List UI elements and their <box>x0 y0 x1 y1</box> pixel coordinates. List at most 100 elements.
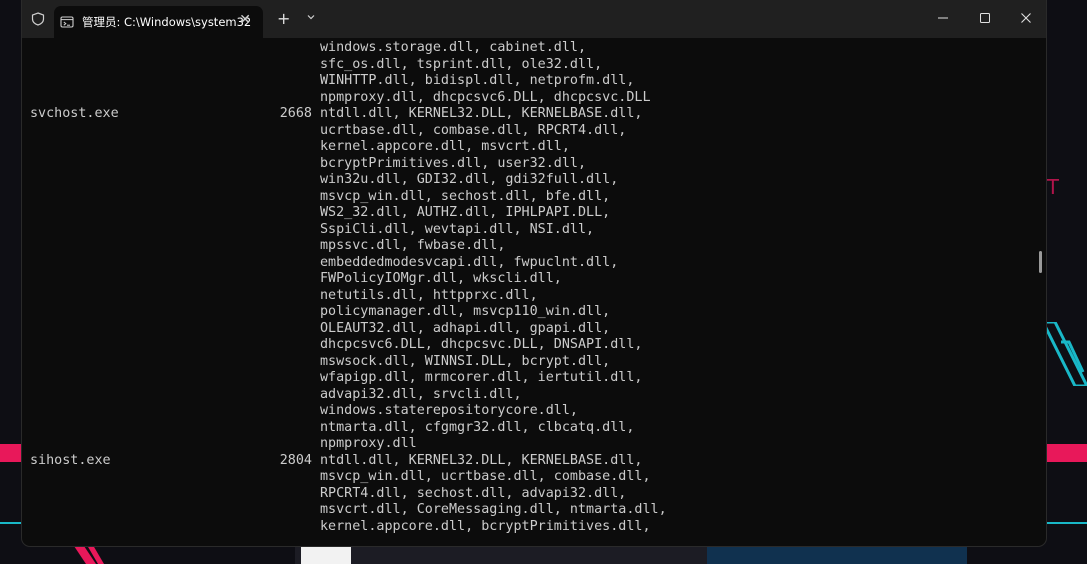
minimize-icon[interactable] <box>935 10 951 26</box>
process-name <box>30 189 200 206</box>
process-modules: SspiCli.dll, wevtapi.dll, NSI.dll, <box>320 221 595 237</box>
process-modules: ntmarta.dll, cfgmgr32.dll, clbcatq.dll, <box>320 419 635 435</box>
process-name <box>30 238 200 255</box>
process-name <box>30 156 200 173</box>
process-name <box>30 370 200 387</box>
process-name <box>30 321 200 338</box>
output-line: policymanager.dll, msvcp110_win.dll, <box>30 304 1030 321</box>
desktop-wallpaper-letter: T <box>1046 175 1059 199</box>
output-line: npmproxy.dll <box>30 436 1030 453</box>
process-pid <box>200 156 320 173</box>
new-tab-button[interactable]: + <box>277 9 290 28</box>
process-name <box>30 73 200 90</box>
process-pid <box>200 436 320 453</box>
process-modules: embeddedmodesvcapi.dll, fwpuclnt.dll, <box>320 254 619 270</box>
output-line: embeddedmodesvcapi.dll, fwpuclnt.dll, <box>30 255 1030 272</box>
process-modules: policymanager.dll, msvcp110_win.dll, <box>320 304 611 319</box>
output-line: msvcrt.dll, CoreMessaging.dll, ntmarta.d… <box>30 502 1030 519</box>
process-name <box>30 40 200 57</box>
process-pid <box>200 354 320 371</box>
process-modules: ntdll.dll, KERNEL32.DLL, KERNELBASE.dll, <box>320 452 643 468</box>
process-pid <box>200 469 320 486</box>
close-icon[interactable] <box>1018 10 1034 26</box>
title-bar[interactable]: 管理员: C:\Windows\system32 ✕ + <box>22 0 1046 38</box>
output-line: sihost.exe 2804 ntdll.dll, KERNEL32.DLL, K… <box>30 453 1030 470</box>
output-line: sfc_os.dll, tsprint.dll, ole32.dll, <box>30 57 1030 74</box>
output-line: win32u.dll, GDI32.dll, gdi32full.dll, <box>30 172 1030 189</box>
process-name <box>30 403 200 420</box>
process-name <box>30 387 200 404</box>
process-pid <box>200 172 320 189</box>
process-pid <box>200 288 320 305</box>
process-pid <box>200 271 320 288</box>
process-modules: FWPolicyIOMgr.dll, wkscli.dll, <box>320 271 562 286</box>
process-pid <box>200 40 320 57</box>
output-line: netutils.dll, httpprxc.dll, <box>30 288 1030 305</box>
output-line: WS2_32.dll, AUTHZ.dll, IPHLPAPI.DLL, <box>30 205 1030 222</box>
output-line: npmproxy.dll, dhcpcsvc6.DLL, dhcpcsvc.DL… <box>30 90 1030 107</box>
process-name: svchost.exe <box>30 106 119 121</box>
process-modules: msvcp_win.dll, sechost.dll, bfe.dll, <box>320 188 611 204</box>
process-name <box>30 123 200 140</box>
output-line: kernel.appcore.dll, msvcrt.dll, <box>30 139 1030 156</box>
process-name <box>30 288 200 305</box>
process-pid <box>200 222 320 239</box>
process-modules: mswsock.dll, WINNSI.DLL, bcrypt.dll, <box>320 353 611 369</box>
process-modules: OLEAUT32.dll, adhapi.dll, gpapi.dll, <box>320 320 611 336</box>
process-modules: kernel.appcore.dll, bcryptPrimitives.dll… <box>320 518 651 534</box>
process-modules: win32u.dll, GDI32.dll, gdi32full.dll, <box>320 172 619 187</box>
process-pid <box>200 304 320 321</box>
process-name <box>30 354 200 371</box>
process-name <box>30 205 200 222</box>
process-modules: dhcpcsvc6.DLL, dhcpcsvc.DLL, DNSAPI.dll, <box>320 337 643 352</box>
process-modules: wfapigp.dll, mrmcorer.dll, iertutil.dll, <box>320 370 643 385</box>
process-modules: kernel.appcore.dll, msvcrt.dll, <box>320 139 570 154</box>
process-name <box>30 436 200 453</box>
shield-icon <box>31 12 45 26</box>
process-pid <box>200 255 320 272</box>
output-line: windows.storage.dll, cabinet.dll, <box>30 40 1030 57</box>
process-pid <box>200 238 320 255</box>
process-modules: ntdll.dll, KERNEL32.DLL, KERNELBASE.dll, <box>320 106 643 121</box>
output-line: msvcp_win.dll, ucrtbase.dll, combase.dll… <box>30 469 1030 486</box>
process-modules: WINHTTP.dll, bidispl.dll, netprofm.dll, <box>320 73 635 88</box>
process-pid <box>200 189 320 206</box>
maximize-icon[interactable] <box>977 10 993 26</box>
process-pid <box>200 57 320 74</box>
tab-title: 管理员: C:\Windows\system32 <box>82 15 252 29</box>
chevron-down-icon[interactable] <box>305 11 317 23</box>
process-pid <box>200 519 320 536</box>
tab-close-button[interactable]: ✕ <box>239 12 251 28</box>
output-line: WINHTTP.dll, bidispl.dll, netprofm.dll, <box>30 73 1030 90</box>
process-modules: netutils.dll, httpprxc.dll, <box>320 287 538 303</box>
background-window <box>295 546 967 564</box>
process-pid <box>200 321 320 338</box>
console-output[interactable]: windows.storage.dll, cabinet.dll, sfc_os.… <box>30 40 1030 546</box>
process-pid <box>200 123 320 140</box>
output-line: ucrtbase.dll, combase.dll, RPCRT4.dll, <box>30 123 1030 140</box>
scrollbar[interactable] <box>1039 251 1042 273</box>
output-line: OLEAUT32.dll, adhapi.dll, gpapi.dll, <box>30 321 1030 338</box>
process-name <box>30 469 200 486</box>
output-line: mswsock.dll, WINNSI.DLL, bcrypt.dll, <box>30 354 1030 371</box>
process-name <box>30 139 200 156</box>
process-modules: RPCRT4.dll, sechost.dll, advapi32.dll, <box>320 485 627 501</box>
output-line: wfapigp.dll, mrmcorer.dll, iertutil.dll, <box>30 370 1030 387</box>
output-line: ntmarta.dll, cfgmgr32.dll, clbcatq.dll, <box>30 420 1030 437</box>
output-line: FWPolicyIOMgr.dll, wkscli.dll, <box>30 271 1030 288</box>
process-pid: 2804 <box>279 452 312 468</box>
process-name <box>30 222 200 239</box>
output-line: svchost.exe 2668 ntdll.dll, KERNEL32.DLL, … <box>30 106 1030 123</box>
process-name <box>30 304 200 321</box>
process-modules: advapi32.dll, srvcli.dll, <box>320 386 522 402</box>
process-pid <box>200 139 320 156</box>
process-name <box>30 255 200 272</box>
process-modules: windows.storage.dll, cabinet.dll, <box>320 40 587 55</box>
process-pid <box>200 205 320 222</box>
terminal-window: 管理员: C:\Windows\system32 ✕ + windows.sto… <box>22 0 1046 546</box>
process-name <box>30 337 200 354</box>
process-name <box>30 271 200 288</box>
tab-terminal[interactable]: 管理员: C:\Windows\system32 ✕ <box>54 6 263 38</box>
process-pid <box>200 370 320 387</box>
process-name <box>30 57 200 74</box>
